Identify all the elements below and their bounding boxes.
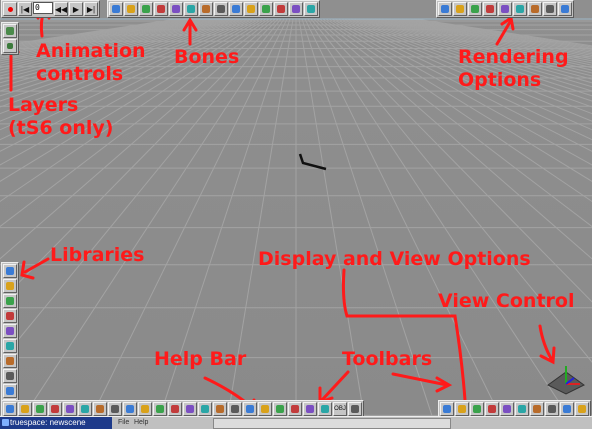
- undo-icon[interactable]: [304, 2, 318, 16]
- lathe-icon[interactable]: [123, 402, 137, 416]
- object-icon[interactable]: [258, 402, 272, 416]
- object-library-icon[interactable]: [3, 309, 17, 323]
- point-edit-icon[interactable]: [213, 402, 227, 416]
- plugin-library-icon[interactable]: [3, 324, 17, 338]
- tool-library-icon[interactable]: [3, 384, 17, 398]
- grid-display-icon[interactable]: [485, 402, 499, 416]
- grid-icon[interactable]: [558, 2, 572, 16]
- curve-icon[interactable]: [183, 402, 197, 416]
- sweep-icon[interactable]: [108, 402, 122, 416]
- light-library-icon[interactable]: [3, 354, 17, 368]
- paint-library-icon[interactable]: [3, 294, 17, 308]
- move-icon[interactable]: [124, 2, 138, 16]
- primitive-icon[interactable]: [138, 402, 152, 416]
- skin-icon[interactable]: [184, 2, 198, 16]
- render-object-icon[interactable]: [438, 2, 452, 16]
- annotation-animation: Animation controls: [36, 40, 146, 85]
- top-main-toolbar: [107, 0, 320, 18]
- annotation-layers: Layers (tS6 only): [8, 94, 114, 139]
- ik-icon[interactable]: [199, 2, 213, 16]
- annotation-libraries: Libraries: [50, 244, 145, 266]
- object-tool-icon[interactable]: [274, 2, 288, 16]
- top-view-icon[interactable]: [515, 402, 529, 416]
- trash-icon[interactable]: [289, 2, 303, 16]
- path-icon[interactable]: [244, 2, 258, 16]
- view-icon[interactable]: [543, 2, 557, 16]
- material-library-icon[interactable]: [3, 279, 17, 293]
- frame-field[interactable]: 0: [33, 2, 53, 14]
- go-start-icon[interactable]: |◀: [18, 2, 32, 16]
- character-icon[interactable]: [318, 402, 332, 416]
- status-bar: truespace: newscene File Help: [0, 416, 592, 429]
- obj-label: OBJ: [334, 406, 346, 412]
- menu-help[interactable]: Help: [134, 417, 148, 429]
- step-back-icon[interactable]: ◀◀: [54, 2, 68, 16]
- render-region-icon[interactable]: [468, 2, 482, 16]
- deform-icon[interactable]: [229, 2, 243, 16]
- camera-icon[interactable]: [528, 2, 542, 16]
- perspective-icon[interactable]: [500, 402, 514, 416]
- obj-icon[interactable]: OBJ: [333, 402, 347, 416]
- libraries-toolbar: [1, 262, 19, 415]
- boolean-icon[interactable]: [93, 402, 107, 416]
- help-bar-field: [213, 418, 451, 429]
- select-icon[interactable]: [109, 2, 123, 16]
- view-close-icon[interactable]: [575, 402, 589, 416]
- layer-icon[interactable]: [3, 24, 17, 38]
- annotation-toolbars: Toolbars: [342, 348, 433, 370]
- rotate-icon[interactable]: [139, 2, 153, 16]
- polygon-icon[interactable]: [33, 402, 47, 416]
- app-icon: [2, 419, 9, 426]
- menu-file[interactable]: File: [118, 417, 129, 429]
- bones-icon[interactable]: [169, 2, 183, 16]
- go-end-icon[interactable]: ▶|: [84, 2, 98, 16]
- annotation-display: Display and View Options: [258, 248, 531, 270]
- annotation-help-bar: Help Bar: [154, 348, 247, 370]
- extrude-icon[interactable]: [153, 402, 167, 416]
- light-icon[interactable]: [273, 402, 287, 416]
- light-icon[interactable]: [513, 2, 527, 16]
- display-view-icon[interactable]: [470, 402, 484, 416]
- cone-icon[interactable]: [3, 402, 17, 416]
- material-icon[interactable]: [198, 402, 212, 416]
- select-icon[interactable]: [63, 402, 77, 416]
- camera-view-icon[interactable]: [530, 402, 544, 416]
- library-open-icon[interactable]: [3, 264, 17, 278]
- annotation-view-control: View Control: [438, 290, 575, 312]
- rendering-toolbar: [436, 0, 574, 18]
- face-icon[interactable]: [243, 402, 257, 416]
- annotation-bones: Bones: [174, 46, 240, 68]
- wireframe-icon[interactable]: [455, 402, 469, 416]
- sphere-icon[interactable]: [18, 402, 32, 416]
- edge-icon[interactable]: [228, 402, 242, 416]
- anim-icon[interactable]: [348, 402, 362, 416]
- taskbar-app-button[interactable]: truespace: newscene: [0, 417, 112, 429]
- material-icon[interactable]: [259, 2, 273, 16]
- deform-icon[interactable]: [78, 402, 92, 416]
- render-scene-icon[interactable]: [453, 2, 467, 16]
- view-layout-icon[interactable]: [560, 402, 574, 416]
- joint-icon[interactable]: [214, 2, 228, 16]
- camera-icon[interactable]: [288, 402, 302, 416]
- play-icon[interactable]: ▶: [69, 2, 83, 16]
- record-icon[interactable]: [3, 2, 17, 16]
- new-view-icon[interactable]: [545, 402, 559, 416]
- annotation-rendering: Rendering Options: [458, 46, 569, 91]
- render-quality-icon[interactable]: [440, 402, 454, 416]
- add-layer-icon[interactable]: [3, 39, 17, 53]
- text-icon[interactable]: [48, 402, 62, 416]
- render-file-icon[interactable]: [483, 2, 497, 16]
- animation-controls-toolbar: |◀ 0 ◀◀ ▶ ▶|: [1, 0, 100, 18]
- render-options-icon[interactable]: [498, 2, 512, 16]
- layers-toolbar: [1, 22, 19, 55]
- spline-icon[interactable]: [168, 402, 182, 416]
- animation-library-icon[interactable]: [3, 339, 17, 353]
- scale-icon[interactable]: [154, 2, 168, 16]
- taskbar-title: truespace: newscene: [10, 418, 86, 427]
- environment-library-icon[interactable]: [3, 369, 17, 383]
- axis-icon[interactable]: [303, 402, 317, 416]
